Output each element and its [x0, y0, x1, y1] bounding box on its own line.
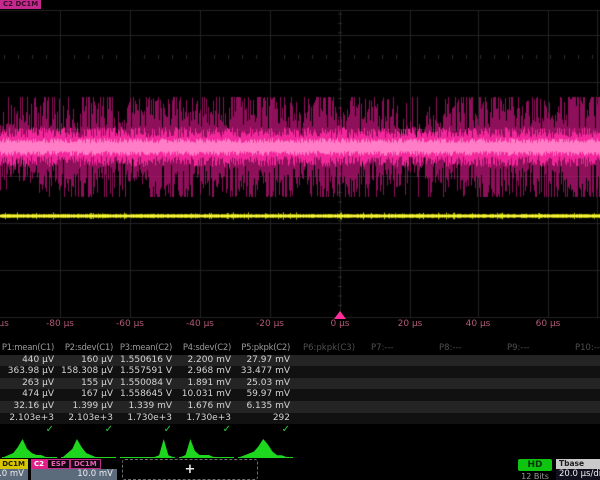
param-header[interactable]: P5:pkpk(C2) — [236, 343, 295, 355]
min-cell: 25.03 mV — [236, 378, 295, 390]
sdev-cell: 1.399 µV — [59, 401, 118, 413]
num-cell: 2.103e+3 — [0, 413, 59, 425]
trigger-position-marker[interactable] — [334, 311, 346, 319]
param-header[interactable]: P3:mean(C2) — [118, 343, 177, 355]
channel-c2-descriptor[interactable]: C2 ESP DC1M 10.0 mV — [31, 459, 117, 480]
param-header[interactable]: P4:sdev(C2) — [177, 343, 236, 355]
histicon-p1[interactable] — [2, 436, 57, 459]
num-cell: 1.730e+3 — [177, 413, 236, 425]
status-checkmark-icon: ✓ — [177, 424, 236, 436]
measurement-column-p1[interactable]: P1:mean(C1)440 µV363.98 µV263 µV474 µV32… — [0, 343, 59, 436]
num-cell: 2.103e+3 — [59, 413, 118, 425]
time-axis-label: -60 µs — [116, 319, 144, 329]
mean-cell: 363.98 µV — [0, 366, 59, 378]
trace-descriptor-label: C2 DC1M — [0, 0, 41, 9]
timebase-value: 20.0 µs/div — [556, 469, 600, 480]
status-checkmark-icon: ✓ — [118, 424, 177, 436]
c2-name-tag: C2 — [31, 459, 47, 469]
time-axis-label: -20 µs — [256, 319, 284, 329]
measurement-column-p2[interactable]: P2:sdev(C1)160 µV158.308 µV155 µV167 µV1… — [59, 343, 118, 436]
trace-c1[interactable] — [0, 208, 600, 224]
c2-esp-tag: ESP — [47, 459, 70, 469]
measurement-column-p5[interactable]: P5:pkpk(C2)27.97 mV33.477 mV25.03 mV59.9… — [236, 343, 295, 436]
time-axis-label: 40 µs — [466, 319, 491, 329]
param-header-inactive[interactable]: P8:--- — [431, 343, 505, 355]
mean-cell: 33.477 mV — [236, 366, 295, 378]
min-cell: 263 µV — [0, 378, 59, 390]
trace-c2[interactable] — [0, 97, 600, 197]
value-cell: 440 µV — [0, 355, 59, 367]
min-cell: 155 µV — [59, 378, 118, 390]
max-cell: 59.97 mV — [236, 389, 295, 401]
max-cell: 10.031 mV — [177, 389, 236, 401]
time-axis-label: -100 µs — [0, 319, 9, 329]
time-axis-label: 60 µs — [536, 319, 561, 329]
timebase-label: Tbase — [556, 459, 600, 469]
oscilloscope-screen: C2 DC1M P1:mean(C1)440 µV363.98 µV263 µV… — [0, 0, 600, 480]
param-header-inactive[interactable]: P6:pkpk(C3) — [295, 343, 369, 355]
c1-coupling-tag: DC1M — [0, 459, 28, 469]
time-axis-label: -40 µs — [186, 319, 214, 329]
hd-mode-badge[interactable]: HD — [518, 459, 552, 471]
histicon-p2[interactable] — [61, 436, 116, 459]
mean-cell: 2.968 mV — [177, 366, 236, 378]
channel-c1-descriptor[interactable]: DC1M 10.0 mV — [0, 459, 28, 480]
timebase-descriptor[interactable]: Tbase 20.0 µs/div — [556, 459, 600, 480]
c2-volts-div: 10.0 mV — [31, 469, 117, 480]
value-cell: 2.200 mV — [177, 355, 236, 367]
value-cell: 1.550616 V — [118, 355, 177, 367]
status-checkmark-icon: ✓ — [0, 424, 59, 436]
time-axis-label: -80 µs — [46, 319, 74, 329]
add-trace-button[interactable]: + — [122, 459, 258, 480]
status-checkmark-icon: ✓ — [236, 424, 295, 436]
time-axis-label: 0 µs — [330, 319, 349, 329]
measurement-column-p3[interactable]: P3:mean(C2)1.550616 V1.557591 V1.550084 … — [118, 343, 177, 436]
mean-cell: 1.557591 V — [118, 366, 177, 378]
sdev-cell: 32.16 µV — [0, 401, 59, 413]
c1-volts-div: 10.0 mV — [0, 469, 28, 480]
param-header-inactive[interactable]: P7:--- — [363, 343, 437, 355]
hd-bits-label: 12 Bits — [518, 472, 552, 480]
time-axis-label: 20 µs — [398, 319, 423, 329]
sdev-cell: 1.676 mV — [177, 401, 236, 413]
value-cell: 160 µV — [59, 355, 118, 367]
measurement-table: P1:mean(C1)440 µV363.98 µV263 µV474 µV32… — [0, 343, 600, 436]
param-header-inactive[interactable]: P10:--- — [567, 343, 600, 355]
max-cell: 167 µV — [59, 389, 118, 401]
sdev-cell: 1.339 mV — [118, 401, 177, 413]
c2-coupling-tag: DC1M — [70, 459, 101, 469]
measurement-column-p4[interactable]: P4:sdev(C2)2.200 mV2.968 mV1.891 mV10.03… — [177, 343, 236, 436]
mean-cell: 158.308 µV — [59, 366, 118, 378]
param-header-inactive[interactable]: P9:--- — [499, 343, 573, 355]
value-cell: 27.97 mV — [236, 355, 295, 367]
max-cell: 1.558645 V — [118, 389, 177, 401]
status-checkmark-icon: ✓ — [59, 424, 118, 436]
param-header[interactable]: P1:mean(C1) — [0, 343, 59, 355]
param-header[interactable]: P2:sdev(C1) — [59, 343, 118, 355]
descriptor-bar: DC1M 10.0 mV C2 ESP DC1M 10.0 mV + HD 12… — [0, 458, 600, 480]
num-cell: 1.730e+3 — [118, 413, 177, 425]
histicon-p4[interactable] — [179, 436, 234, 459]
min-cell: 1.891 mV — [177, 378, 236, 390]
max-cell: 474 µV — [0, 389, 59, 401]
histicon-p5[interactable] — [238, 436, 293, 459]
num-cell: 292 — [236, 413, 295, 425]
histicon-p3[interactable] — [120, 436, 175, 459]
min-cell: 1.550084 V — [118, 378, 177, 390]
sdev-cell: 6.135 mV — [236, 401, 295, 413]
